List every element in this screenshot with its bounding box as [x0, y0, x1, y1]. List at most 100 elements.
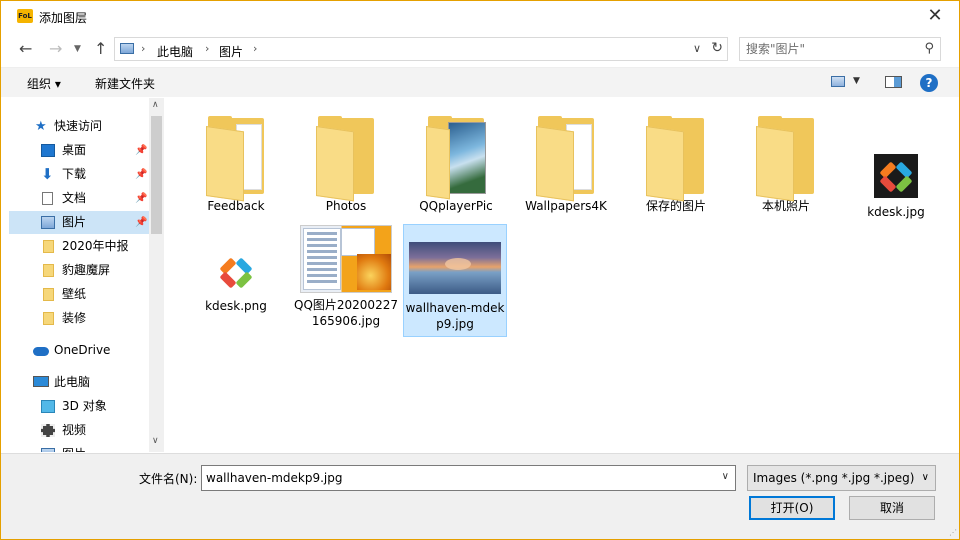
folder-feedback[interactable]: Feedback [184, 116, 288, 214]
breadcrumb-this-pc[interactable]: 此电脑 [157, 43, 193, 60]
filename-combo[interactable]: ∨ [201, 465, 736, 491]
video-icon [41, 424, 55, 437]
address-dropdown-chevron-icon[interactable]: ∨ [693, 42, 701, 55]
file-kdesk-png[interactable]: kdesk.png [184, 228, 288, 314]
sidebar-item-onedrive[interactable]: OneDrive [9, 339, 149, 362]
folder-icon [206, 116, 266, 202]
sidebar-item-folder[interactable]: 壁纸 [9, 283, 149, 306]
folder-wallpapers4k[interactable]: Wallpapers4K [514, 116, 618, 214]
open-file-dialog: FoL 添加图层 ✕ ← → ▼ ↑ › 此电脑 › 图片 › ∨ ↻ ⚲ 组织… [0, 0, 960, 540]
new-folder-button[interactable]: 新建文件夹 [95, 75, 155, 92]
breadcrumb-separator-icon[interactable]: › [253, 42, 257, 55]
preview-pane-icon[interactable] [885, 76, 902, 88]
sidebar-scrollbar[interactable]: ∧ ∨ [149, 98, 164, 452]
command-toolbar: 组织 ▾ 新建文件夹 ▼ ? [1, 67, 959, 97]
cancel-button[interactable]: 取消 [849, 496, 935, 520]
search-input[interactable] [746, 41, 916, 57]
scrollbar-thumb[interactable] [151, 116, 162, 234]
sidebar-item-folder[interactable]: 豹趣魔屏 [9, 259, 149, 282]
folder-icon [43, 264, 54, 277]
sidebar-item-desktop[interactable]: 桌面 📌 [9, 139, 149, 162]
file-label: kdesk.jpg [867, 205, 925, 219]
pin-icon[interactable]: 📌 [135, 187, 147, 210]
file-label: kdesk.png [205, 299, 267, 313]
file-label: Feedback [207, 199, 265, 213]
folder-icon [43, 288, 54, 301]
sidebar-item-downloads[interactable]: ⬇ 下载 📌 [9, 163, 149, 186]
change-view-icon[interactable] [831, 76, 845, 87]
file-label: 保存的图片 [645, 199, 706, 213]
search-box[interactable]: ⚲ [739, 37, 941, 61]
pin-icon[interactable]: 📌 [135, 139, 147, 162]
up-arrow-icon[interactable]: ↑ [94, 39, 107, 58]
forward-arrow-icon[interactable]: → [49, 39, 62, 58]
file-label: Photos [325, 199, 367, 213]
close-button[interactable]: ✕ [921, 4, 949, 28]
back-arrow-icon[interactable]: ← [19, 39, 32, 58]
filename-label: 文件名(N): [139, 472, 198, 486]
folder-with-photos-icon [426, 116, 486, 200]
pin-icon[interactable]: 📌 [135, 163, 147, 186]
image-thumbnail [409, 242, 501, 294]
app-logo-icon: FoL [17, 9, 33, 23]
help-icon[interactable]: ? [920, 74, 938, 92]
folder-saved-pictures[interactable]: 保存的图片 [624, 116, 728, 214]
recent-locations-chevron-icon[interactable]: ▼ [74, 44, 81, 54]
filename-input[interactable] [206, 470, 706, 486]
computer-icon [33, 376, 49, 387]
sidebar-item-folder[interactable]: 装修 [9, 307, 149, 330]
kdesk-logo-icon [874, 154, 918, 198]
file-type-select[interactable]: Images (*.png *.jpg *.jpeg) ∨ [747, 465, 936, 491]
file-list: Feedback Photos QQplayerPic Wallpapers4K [165, 98, 951, 452]
folder-camera-roll[interactable]: 本机照片 [734, 116, 838, 214]
view-options-chevron-icon[interactable]: ▼ [853, 76, 860, 86]
download-icon: ⬇ [41, 165, 54, 183]
file-label: 本机照片 [761, 199, 810, 213]
file-qq-image[interactable]: QQ图片20200227165906.jpg [294, 225, 398, 329]
onedrive-icon [33, 347, 49, 356]
image-thumbnail [300, 225, 392, 293]
scroll-down-chevron-icon[interactable]: ∨ [152, 436, 159, 446]
file-wallhaven[interactable]: wallhaven-mdekp9.jpg [403, 224, 507, 337]
refresh-icon[interactable]: ↻ [711, 40, 723, 56]
pin-icon[interactable]: 📌 [135, 211, 147, 234]
sidebar-item-this-pc[interactable]: 此电脑 [9, 371, 149, 394]
file-kdesk-jpg[interactable]: kdesk.jpg [844, 116, 948, 220]
folder-icon [43, 240, 54, 253]
star-icon: ★ [35, 119, 47, 134]
breadcrumb-separator-icon[interactable]: › [205, 42, 209, 55]
scroll-up-chevron-icon[interactable]: ∧ [152, 100, 159, 110]
filename-dropdown-chevron-icon[interactable]: ∨ [722, 471, 729, 482]
title-bar: FoL 添加图层 ✕ [1, 1, 959, 32]
folder-photos[interactable]: Photos [294, 116, 398, 214]
navigation-pane: ★ 快速访问 桌面 📌 ⬇ 下载 📌 文档 📌 图片 📌 2020年中报 豹趣魔… [9, 98, 164, 452]
sidebar-item-pictures[interactable]: 图片 📌 [9, 211, 149, 234]
dialog-title: 添加图层 [39, 11, 88, 25]
sidebar-item-folder[interactable]: 2020年中报 [9, 235, 149, 258]
breadcrumb-pictures[interactable]: 图片 [219, 43, 243, 60]
desktop-icon [41, 144, 55, 157]
sidebar-item-videos[interactable]: 视频 [9, 419, 149, 442]
folder-qqplayerpic[interactable]: QQplayerPic [404, 116, 508, 214]
file-label: QQplayerPic [419, 199, 493, 213]
address-bar[interactable]: › 此电脑 › 图片 › ∨ ↻ [114, 37, 728, 61]
search-icon[interactable]: ⚲ [924, 41, 934, 56]
sidebar-item-3d-objects[interactable]: 3D 对象 [9, 395, 149, 418]
folder-icon [536, 116, 596, 202]
pictures-icon [41, 216, 55, 229]
organize-button[interactable]: 组织 ▾ [27, 75, 61, 92]
file-type-value: Images (*.png *.jpg *.jpeg) [753, 471, 915, 485]
open-button[interactable]: 打开(O) [749, 496, 835, 520]
file-label: Wallpapers4K [525, 199, 607, 213]
breadcrumb-separator-icon[interactable]: › [141, 42, 145, 55]
close-icon: ✕ [927, 5, 943, 26]
resize-grip-icon[interactable]: ⋰ [949, 528, 957, 537]
sidebar-item-quick-access[interactable]: ★ 快速访问 [9, 115, 149, 138]
navigation-bar: ← → ▼ ↑ › 此电脑 › 图片 › ∨ ↻ ⚲ [1, 33, 959, 65]
sidebar-item-documents[interactable]: 文档 📌 [9, 187, 149, 210]
sidebar-item-pictures-pc[interactable]: 图片 [9, 443, 149, 452]
folder-icon [756, 116, 816, 202]
folder-icon [43, 312, 54, 325]
pictures-location-icon [120, 43, 134, 54]
document-icon [42, 192, 53, 205]
